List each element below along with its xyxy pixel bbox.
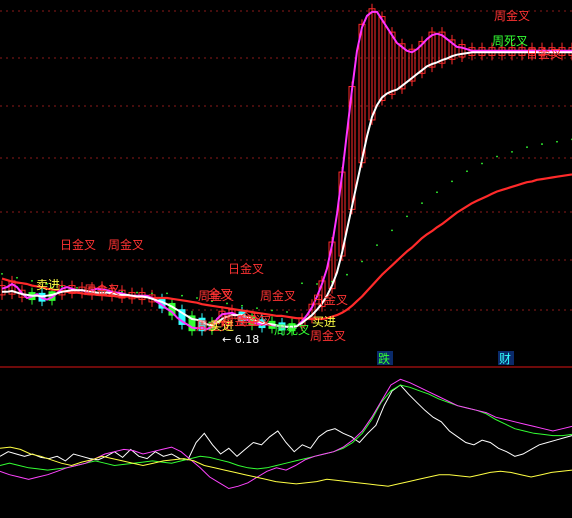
signal-label: 周金叉 — [310, 328, 346, 343]
trend-dot — [286, 311, 288, 313]
trend-dot — [466, 170, 468, 173]
trend-dot — [316, 283, 318, 285]
trend-dot — [31, 280, 33, 282]
trend-dot — [181, 294, 183, 297]
signal-label: 日金叉 — [526, 46, 562, 61]
signal-label: 周金叉 — [236, 313, 272, 328]
trend-dot — [361, 260, 363, 263]
trend-dot — [16, 276, 18, 279]
trend-dot — [526, 146, 528, 149]
panel-label: 财 — [499, 352, 511, 366]
signal-label: 周金叉 — [260, 288, 296, 303]
trend-dot — [1, 273, 3, 275]
signal-label: 买进 — [312, 315, 336, 329]
signal-label: 日金叉 — [312, 292, 348, 307]
trend-dot — [61, 285, 63, 288]
signal-label: 周金叉 — [84, 282, 120, 297]
stock-chart: 日金叉 周金叉周金叉卖进日金叉周金叉金叉金叉周金叉买进周金叉周金叉周死叉周金叉 日金… — [0, 0, 572, 518]
trend-dot — [166, 292, 168, 295]
trend-dot — [511, 150, 513, 153]
trend-dot — [301, 282, 303, 285]
panel-label: 跌 — [378, 351, 390, 366]
trend-dot — [421, 202, 423, 205]
trend-dot — [481, 162, 483, 165]
trend-dot — [241, 304, 243, 307]
trend-dot — [256, 307, 258, 310]
trend-dot — [406, 215, 408, 218]
trend-dot — [136, 291, 138, 294]
trend-dot — [346, 273, 348, 276]
trend-dot — [76, 287, 78, 289]
min-price-label: ← 6.18 — [222, 333, 259, 346]
trend-dot — [541, 143, 543, 145]
signal-label: 周死叉 — [274, 323, 310, 337]
trend-dot — [451, 180, 453, 183]
trend-dot — [496, 155, 498, 158]
signal-label: 卖进 — [36, 278, 60, 292]
trend-dot — [556, 140, 558, 143]
trend-dot — [151, 292, 153, 295]
signal-label: 周金叉 — [108, 237, 144, 252]
signal-label: 周金叉 — [494, 8, 530, 23]
chart-background — [0, 0, 572, 518]
signal-label: 日金叉 — [228, 261, 264, 276]
trend-dot — [271, 309, 273, 312]
trend-dot — [391, 229, 393, 232]
signal-label: 金叉 — [208, 286, 232, 301]
signal-label: 日金叉 — [60, 237, 96, 252]
trend-dot — [436, 191, 438, 194]
signal-label: 周死叉 — [492, 34, 528, 48]
trend-dot — [376, 244, 378, 247]
